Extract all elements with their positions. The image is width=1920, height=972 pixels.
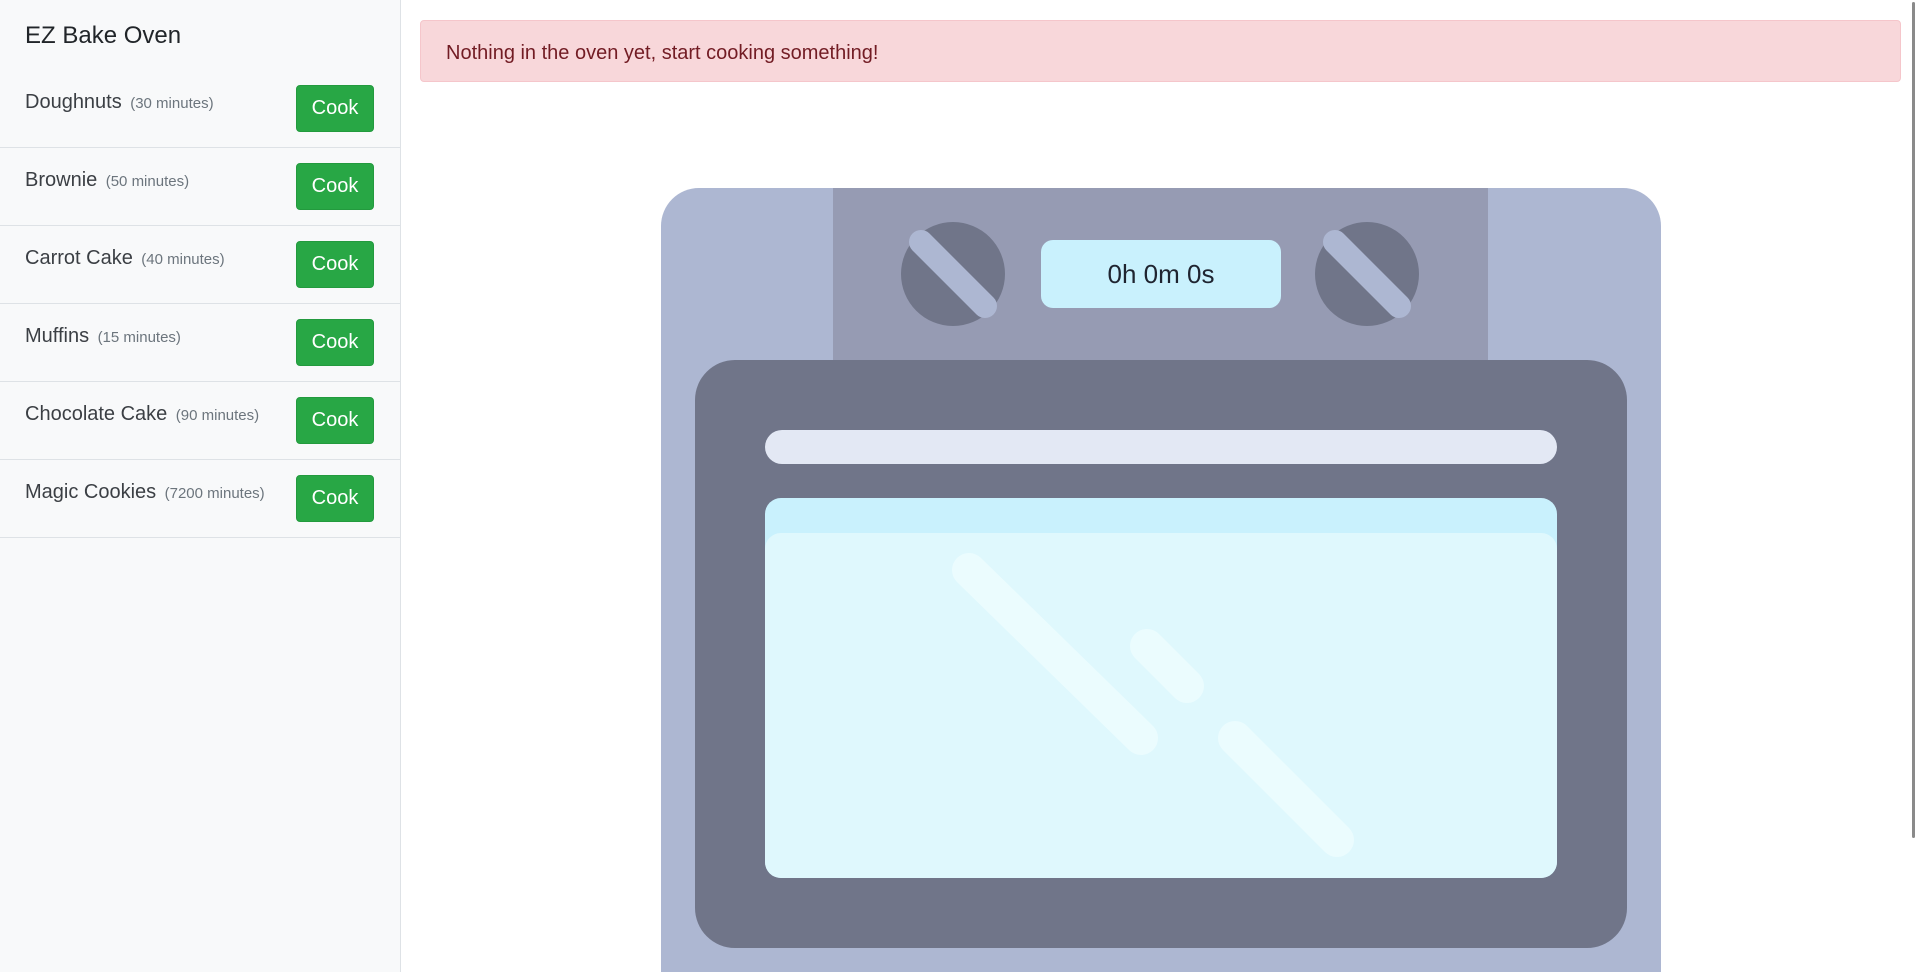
- recipe-name: Magic Cookies: [25, 481, 157, 503]
- recipe-duration: (30 minutes): [130, 95, 214, 112]
- recipe-list: Doughnuts (30 minutes) Cook Brownie (50 …: [0, 70, 400, 538]
- recipe-name: Brownie: [25, 169, 98, 191]
- recipe-duration: (90 minutes): [175, 407, 260, 424]
- recipe-text: Doughnuts (30 minutes): [25, 91, 214, 114]
- scrollbar-thumb[interactable]: [1912, 2, 1915, 838]
- status-alert: Nothing in the oven yet, start cooking s…: [420, 20, 1901, 82]
- recipe-item-doughnuts: Doughnuts (30 minutes) Cook: [0, 70, 400, 148]
- recipe-item-chocolate-cake: Chocolate Cake (90 minutes) Cook: [0, 382, 400, 460]
- recipe-text: Carrot Cake (40 minutes): [25, 247, 225, 270]
- recipe-duration: (15 minutes): [97, 329, 181, 346]
- right-knob-icon: [1315, 222, 1419, 326]
- timer-display: 0h 0m 0s: [1041, 240, 1281, 308]
- recipe-name: Muffins: [25, 325, 90, 347]
- recipe-name: Doughnuts: [25, 91, 122, 113]
- cook-button-brownie[interactable]: Cook: [296, 163, 374, 210]
- recipe-item-muffins: Muffins (15 minutes) Cook: [0, 304, 400, 382]
- recipe-item-magic-cookies: Magic Cookies (7200 minutes) Cook: [0, 460, 400, 538]
- left-knob-icon: [901, 222, 1005, 326]
- recipe-name: Chocolate Cake: [25, 403, 168, 425]
- cook-button-doughnuts[interactable]: Cook: [296, 85, 374, 132]
- oven-window-glass: [765, 533, 1557, 878]
- cook-button-carrot-cake[interactable]: Cook: [296, 241, 374, 288]
- recipe-duration: (50 minutes): [105, 173, 190, 190]
- cook-button-magic-cookies[interactable]: Cook: [296, 475, 374, 522]
- cook-button-chocolate-cake[interactable]: Cook: [296, 397, 374, 444]
- recipe-text: Muffins (15 minutes): [25, 325, 181, 348]
- recipe-item-brownie: Brownie (50 minutes) Cook: [0, 148, 400, 226]
- page-scrollbar[interactable]: [1908, 0, 1920, 972]
- sidebar: EZ Bake Oven Doughnuts (30 minutes) Cook…: [0, 0, 401, 972]
- cook-button-muffins[interactable]: Cook: [296, 319, 374, 366]
- recipe-text: Chocolate Cake (90 minutes): [25, 403, 259, 426]
- recipe-text: Brownie (50 minutes): [25, 169, 189, 192]
- oven-handle: [765, 430, 1557, 464]
- recipe-duration: (40 minutes): [141, 251, 225, 268]
- recipe-duration: (7200 minutes): [164, 485, 265, 502]
- recipe-name: Carrot Cake: [25, 247, 133, 269]
- recipe-item-carrot-cake: Carrot Cake (40 minutes) Cook: [0, 226, 400, 304]
- recipe-text: Magic Cookies (7200 minutes): [25, 481, 265, 504]
- app-title: EZ Bake Oven: [25, 22, 182, 49]
